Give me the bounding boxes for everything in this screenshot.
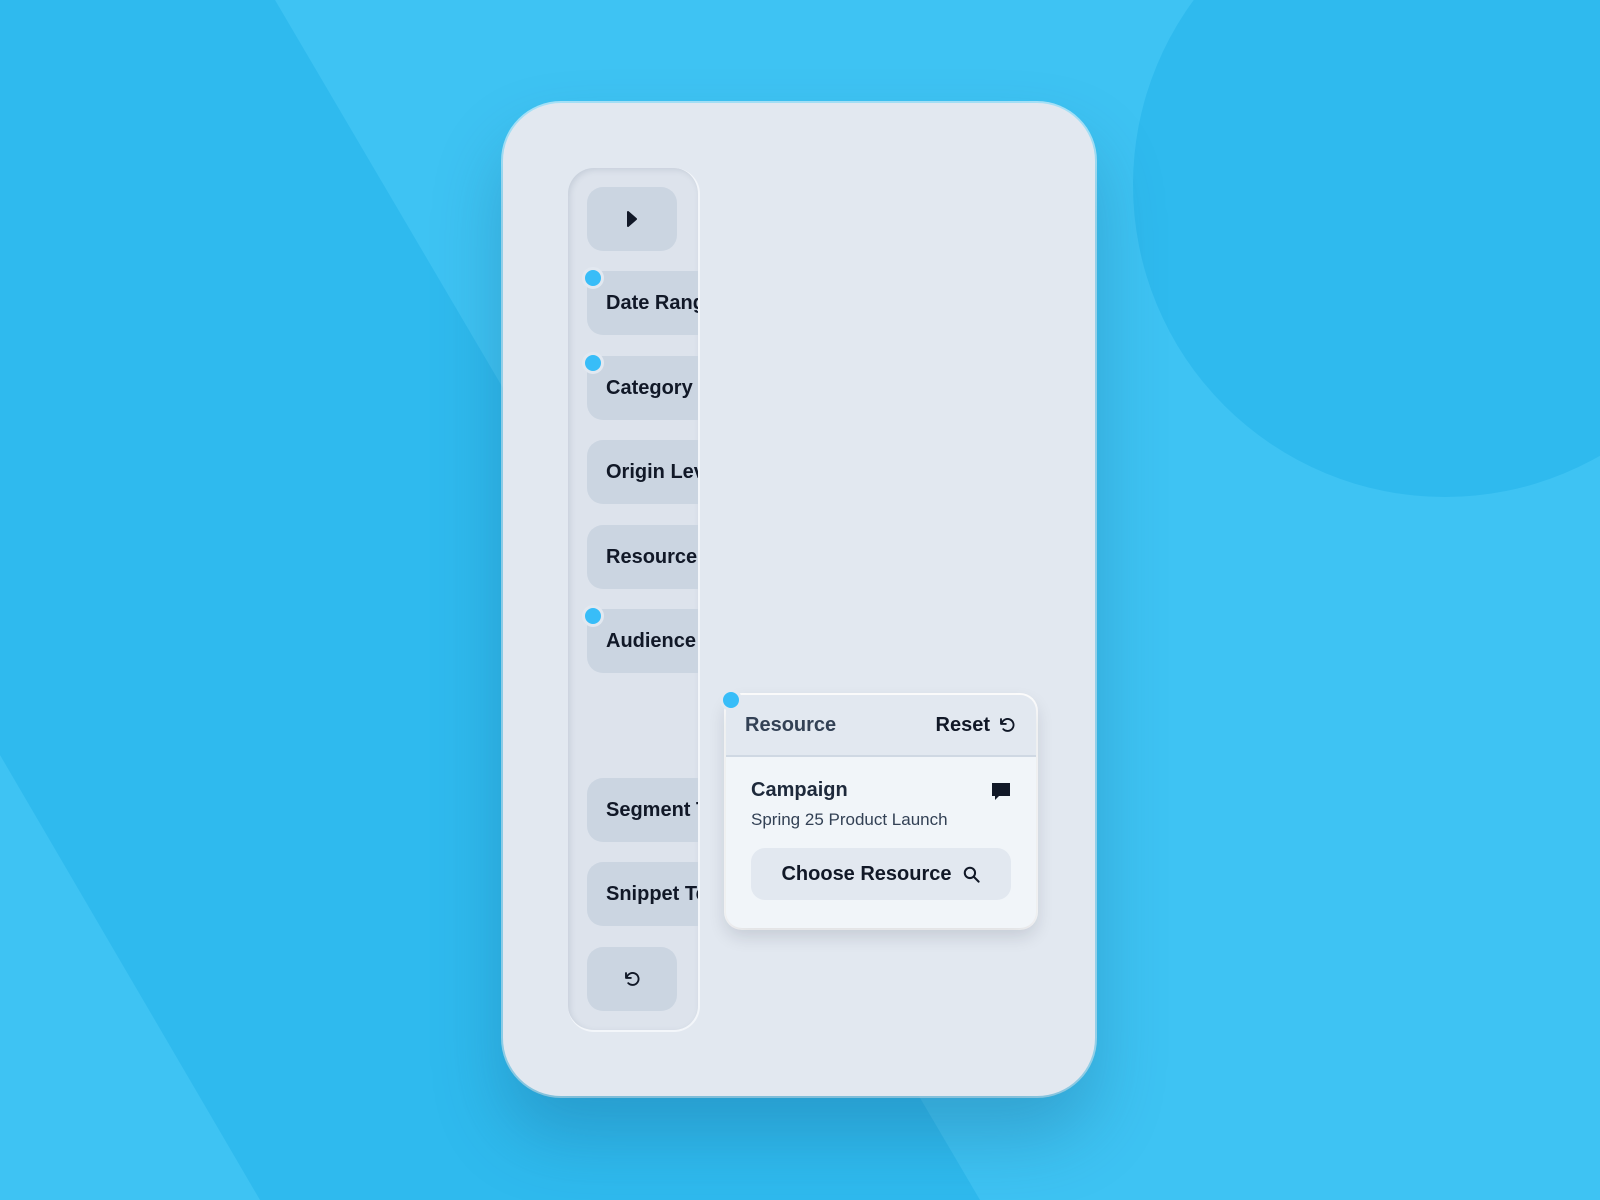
filter-item-label: Origin Level [606,460,698,483]
filter-item-label: Snippet Text [606,882,698,905]
panel-body: Campaign Spring 25 Product Launch Choose… [726,757,1036,900]
expand-rail-button[interactable] [587,187,677,251]
active-filter-dot-date-range [582,267,604,289]
choose-resource-button[interactable]: Choose Resource [751,848,1011,900]
filter-item-audience[interactable]: Audience [587,609,698,673]
resource-type: Campaign [751,779,848,801]
filter-item-label: Date Range [606,291,698,314]
reset-all-button[interactable] [587,947,677,1011]
resource-filter-panel: Resource Reset Campaign Spring 25 Produc… [726,695,1036,928]
filter-item-origin-level[interactable]: Origin Level [587,440,698,504]
reset-button[interactable]: Reset [936,714,1016,737]
panel-title: Resource [745,713,837,736]
filter-item-label: Category [606,376,693,399]
filter-item-label: Resource [606,545,698,568]
choose-resource-label: Choose Resource [781,862,952,885]
filter-item-segment-type[interactable]: Segment Type [587,778,698,842]
panel-header: Resource Reset [726,695,1036,757]
comment-icon[interactable] [990,781,1012,803]
filter-rail: Date Range Category Origin Level Resourc… [568,168,700,1032]
filter-item-snippet-text[interactable]: Snippet Text [587,862,698,926]
filter-item-label: Segment Type [606,798,698,821]
reset-label: Reset [935,713,990,736]
reset-icon [1000,718,1015,732]
active-filter-dot-audience [582,605,604,627]
filter-item-category[interactable]: Category [587,356,698,420]
search-icon [963,866,980,883]
active-filter-dot-category [582,352,604,374]
resource-name: Spring 25 Product Launch [751,810,948,829]
active-panel-dot [720,689,742,711]
filter-item-label: Audience [606,629,697,652]
play-right-icon [627,211,637,227]
filter-item-resource[interactable]: Resource [587,525,698,589]
reset-icon [625,972,640,986]
filter-item-date-range[interactable]: Date Range [587,271,698,335]
